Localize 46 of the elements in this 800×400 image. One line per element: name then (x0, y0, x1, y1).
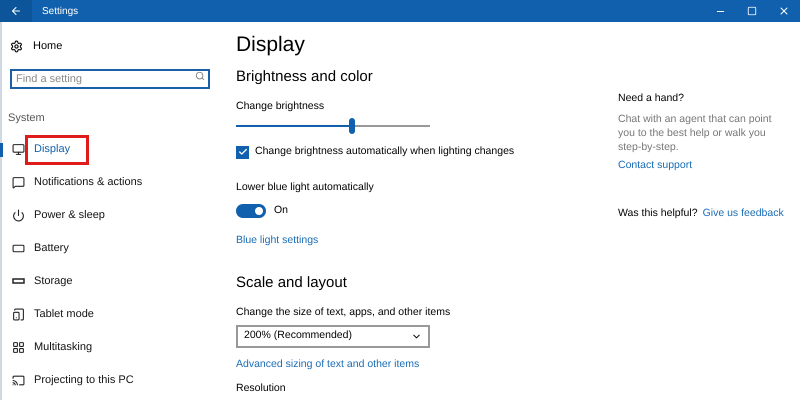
checkbox[interactable] (236, 146, 249, 159)
cast-icon (12, 374, 25, 386)
gear-icon (10, 40, 23, 52)
help-text: Chat with an agent that can point you to the best help or walk you step-by-step. (618, 112, 773, 154)
field-label: Lower blue light automatically (236, 180, 374, 195)
feedback-prompt: Was this helpful? (618, 206, 698, 220)
back-arrow-icon (10, 5, 22, 17)
section-heading: Scale and layout (236, 273, 347, 294)
close-icon (778, 5, 790, 17)
search-icon (195, 71, 205, 81)
toggle-state: On (274, 202, 288, 218)
home-link[interactable]: Home (2, 34, 218, 58)
section-heading: Brightness and color (236, 67, 373, 87)
nav-item[interactable]: Notifications & actions (34, 174, 142, 190)
nav-item[interactable]: Projecting to this PC (34, 372, 134, 388)
nav-item[interactable]: Power & sleep (34, 206, 105, 224)
monitor-icon (12, 142, 25, 156)
scale-dropdown[interactable]: 200% (Recommended) (236, 324, 430, 348)
maximize-icon (747, 6, 757, 16)
field-label: Resolution (236, 382, 286, 396)
nav-item[interactable]: Storage (34, 272, 73, 290)
window-title: Settings (42, 4, 78, 18)
contact-support-link[interactable]: Contact support (618, 158, 692, 174)
storage-icon (12, 278, 25, 284)
page-title: Display (236, 32, 305, 58)
back-button[interactable] (0, 0, 32, 22)
power-icon (12, 208, 25, 222)
toggle-switch[interactable] (236, 204, 266, 218)
brightness-slider[interactable] (236, 118, 430, 134)
tablet-icon (12, 308, 25, 320)
field-label: Change the size of text, apps, and other items (236, 304, 450, 320)
checkbox-label: Change brightness automatically when lighting changes (255, 144, 514, 160)
advanced-sizing-link[interactable]: Advanced sizing of text and other items (236, 356, 420, 372)
feedback-link[interactable]: Give us feedback (702, 206, 784, 222)
nav-item[interactable]: Battery (34, 240, 69, 256)
search-field[interactable]: Find a setting (10, 69, 210, 89)
battery-icon (12, 242, 25, 254)
nav-item[interactable]: Multitasking (34, 338, 92, 356)
section-label: System (7, 111, 46, 126)
grid-icon (12, 340, 25, 354)
settings-link[interactable]: Blue light settings (236, 232, 318, 248)
nav-item[interactable]: Display (34, 140, 70, 158)
help-title: Need a hand? (618, 91, 684, 106)
message-icon (12, 176, 25, 188)
nav-item[interactable]: Tablet mode (34, 306, 94, 322)
field-label: Change brightness (236, 98, 324, 114)
